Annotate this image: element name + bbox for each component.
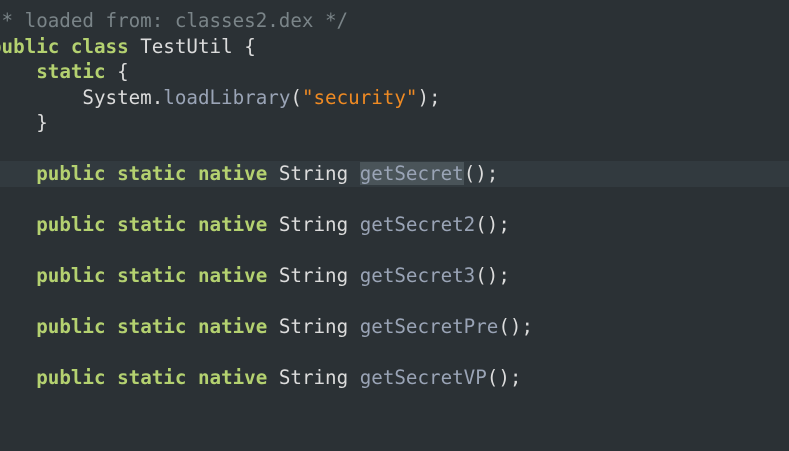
code-line-method-getsecret3[interactable]: public static native String getSecret3()…	[0, 263, 789, 289]
code-editor[interactable]: /* loaded from: classes2.dex */ public c…	[0, 0, 789, 451]
return-type[interactable]: String	[279, 162, 348, 185]
static-close-brace: }	[36, 111, 48, 134]
call-method[interactable]: loadLibrary	[163, 86, 290, 109]
code-line-blank[interactable]	[0, 238, 789, 264]
class-keyword: class	[70, 34, 129, 58]
code-line-method-getsecretvp[interactable]: public static native String getSecretVP(…	[0, 365, 789, 391]
code-line-method-getsecret[interactable]: public static native String getSecret();	[0, 161, 789, 187]
modifier-native: native	[197, 213, 268, 236]
file-comment: /* loaded from: classes2.dex */	[0, 9, 349, 32]
modifier-public: public	[36, 366, 106, 389]
modifier-public: public	[36, 315, 106, 338]
modifier-static: static	[117, 366, 187, 389]
code-line-blank[interactable]	[0, 187, 789, 213]
class-name[interactable]: TestUtil	[140, 35, 232, 58]
method-suffix: ();	[475, 264, 510, 287]
code-line-blank[interactable]	[0, 340, 789, 366]
call-object: System.	[82, 85, 164, 109]
library-name-string: "security"	[301, 85, 418, 109]
method-suffix: ();	[463, 162, 499, 185]
call-open-paren: (	[290, 85, 302, 109]
method-suffix: ();	[475, 213, 510, 236]
return-type[interactable]: String	[279, 366, 348, 389]
code-line-method-getsecret2[interactable]: public static native String getSecret2()…	[0, 212, 789, 238]
code-line-method-getsecretpre[interactable]: public static native String getSecretPre…	[0, 314, 789, 340]
modifier-native: native	[197, 162, 268, 185]
modifier-native: native	[197, 366, 268, 389]
modifier-static: static	[117, 213, 187, 236]
return-type[interactable]: String	[279, 213, 348, 236]
method-name-getsecretvp[interactable]: getSecretVP	[360, 366, 487, 389]
code-line-comment[interactable]: /* loaded from: classes2.dex */	[0, 8, 789, 34]
call-close: );	[417, 85, 441, 109]
method-suffix: ();	[498, 315, 533, 338]
code-line-static-block[interactable]: static {	[0, 59, 789, 85]
code-line-load-library[interactable]: System.loadLibrary("security");	[0, 85, 789, 111]
modifier-static: static	[117, 162, 187, 185]
code-line-class-close[interactable]: }	[0, 391, 789, 417]
code-line-blank[interactable]	[0, 136, 789, 162]
return-type[interactable]: String	[279, 315, 348, 338]
code-line-static-close[interactable]: }	[0, 110, 789, 136]
method-suffix: ();	[486, 366, 522, 389]
method-name-getsecret3[interactable]: getSecret3	[360, 264, 476, 287]
code-line-blank[interactable]	[0, 289, 789, 315]
class-open-brace: {	[244, 34, 256, 58]
method-name-getsecret[interactable]: getSecret	[359, 162, 464, 185]
modifier-public: public	[36, 162, 106, 185]
modifier-public: public	[36, 213, 106, 236]
method-name-getsecretpre[interactable]: getSecretPre	[360, 315, 499, 338]
modifier-native: native	[197, 264, 268, 287]
static-open-brace: {	[117, 60, 129, 83]
modifier-static: static	[117, 315, 187, 338]
method-name-getsecret2[interactable]: getSecret2	[360, 213, 476, 236]
modifier-native: native	[197, 315, 268, 338]
modifier-public: public	[36, 264, 106, 287]
code-line-class-declaration[interactable]: public class TestUtil {	[0, 34, 789, 60]
class-modifier: public	[0, 34, 60, 58]
class-close-brace: }	[0, 392, 2, 415]
modifier-static: static	[117, 264, 187, 287]
code-area[interactable]: /* loaded from: classes2.dex */ public c…	[0, 8, 789, 416]
return-type[interactable]: String	[279, 264, 348, 287]
static-keyword: static	[36, 60, 106, 83]
